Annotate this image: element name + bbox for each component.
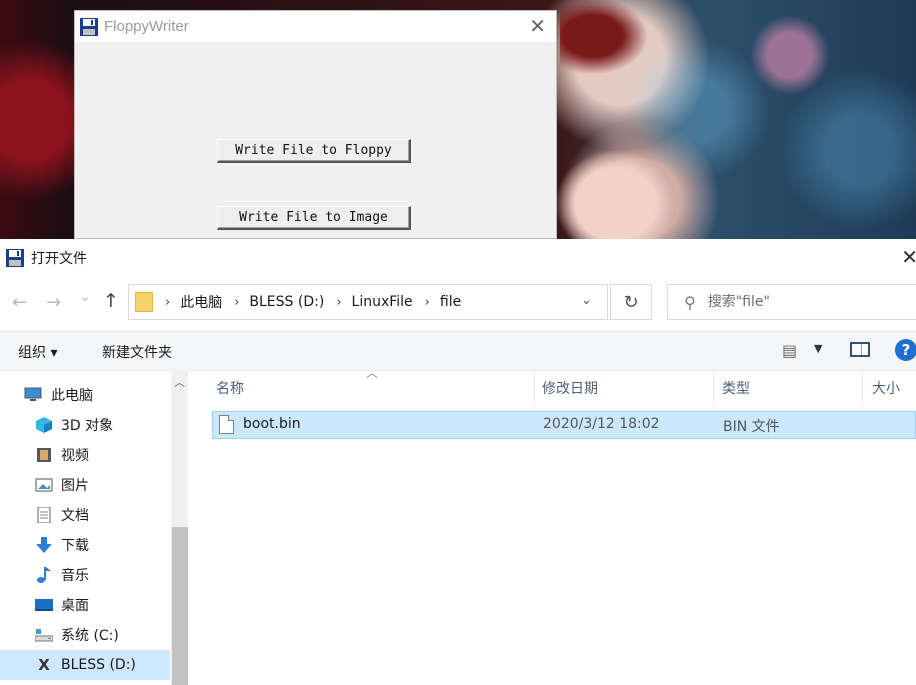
chevron-right-icon[interactable]: › bbox=[165, 295, 170, 310]
sidebar-item-label: BLESS (D:) bbox=[61, 657, 136, 673]
search-icon: ⚲ bbox=[684, 292, 696, 312]
sidebar-item-pictures[interactable]: 图片 bbox=[0, 470, 170, 500]
drive-icon bbox=[35, 629, 53, 642]
breadcrumb-linuxfile[interactable]: LinuxFile bbox=[352, 294, 413, 310]
close-icon[interactable]: ✕ bbox=[529, 14, 546, 38]
floppywriter-window: FloppyWriter ✕ Write File to Floppy Writ… bbox=[74, 10, 557, 239]
download-icon bbox=[36, 537, 52, 553]
file-list: ︿ 名称 修改日期 类型 大小 boot.bin 2020/3/12 18:02… bbox=[190, 366, 916, 685]
computer-icon bbox=[24, 387, 42, 401]
address-bar[interactable]: › 此电脑 › BLESS (D:) › LinuxFile › file bbox=[128, 284, 608, 320]
view-options-icon[interactable]: ▤ bbox=[782, 341, 797, 360]
file-type: BIN 文件 bbox=[723, 419, 780, 435]
floppy-app-icon bbox=[6, 248, 24, 267]
nav-pane-scrollbar[interactable]: ︿ bbox=[171, 370, 188, 685]
column-divider[interactable] bbox=[534, 370, 535, 406]
dialog-title: 打开文件 bbox=[31, 250, 87, 267]
floppywriter-title: FloppyWriter bbox=[104, 18, 189, 35]
chevron-right-icon[interactable]: › bbox=[234, 295, 239, 310]
chevron-down-icon[interactable]: ⌄ bbox=[581, 293, 592, 308]
floppywriter-titlebar[interactable]: FloppyWriter ✕ bbox=[75, 11, 556, 42]
navigation-pane: 此电脑 3D 对象 视频 图片 文档 下载 音乐 桌面 系统 (C:) X BL… bbox=[0, 370, 170, 685]
column-header-size[interactable]: 大小 bbox=[872, 370, 900, 406]
3d-objects-icon bbox=[36, 417, 52, 433]
sidebar-item-label: 3D 对象 bbox=[61, 418, 114, 434]
chevron-right-icon[interactable]: › bbox=[336, 295, 341, 310]
open-file-dialog: 打开文件 ✕ ← → ⌄ ↑ › 此电脑 › BLESS (D:) › Linu… bbox=[0, 239, 916, 685]
wallpaper-hair bbox=[560, 0, 670, 90]
preview-pane-icon[interactable] bbox=[850, 342, 870, 357]
drive-x-icon: X bbox=[38, 656, 50, 674]
breadcrumb-file[interactable]: file bbox=[440, 294, 461, 310]
column-divider[interactable] bbox=[713, 370, 714, 406]
search-box[interactable]: ⚲ bbox=[667, 284, 916, 320]
chevron-down-icon[interactable]: ▼ bbox=[814, 342, 822, 355]
folder-icon bbox=[135, 292, 153, 312]
sidebar-item-3d-objects[interactable]: 3D 对象 bbox=[0, 410, 170, 440]
sidebar-item-this-pc[interactable]: 此电脑 bbox=[0, 380, 170, 410]
back-arrow-icon[interactable]: ← bbox=[12, 292, 27, 313]
floppy-app-icon bbox=[80, 17, 98, 36]
sidebar-item-documents[interactable]: 文档 bbox=[0, 500, 170, 530]
music-icon bbox=[37, 567, 51, 583]
write-to-floppy-button[interactable]: Write File to Floppy bbox=[217, 139, 411, 163]
help-icon[interactable]: ? bbox=[895, 339, 916, 361]
refresh-icon: ↻ bbox=[623, 291, 639, 313]
file-icon bbox=[219, 415, 234, 434]
wallpaper-hand bbox=[555, 150, 675, 240]
file-modified: 2020/3/12 18:02 bbox=[543, 416, 660, 432]
sort-ascending-icon: ︿ bbox=[366, 366, 379, 380]
column-header-name[interactable]: 名称 bbox=[216, 370, 244, 406]
file-name: boot.bin bbox=[243, 416, 301, 432]
sidebar-item-system-c[interactable]: 系统 (C:) bbox=[0, 620, 170, 650]
chevron-right-icon[interactable]: › bbox=[425, 295, 430, 310]
breadcrumb-this-pc[interactable]: 此电脑 bbox=[180, 292, 222, 312]
dialog-titlebar[interactable]: 打开文件 ✕ bbox=[0, 239, 916, 276]
table-row[interactable]: boot.bin 2020/3/12 18:02 BIN 文件 bbox=[212, 411, 916, 439]
sidebar-item-label: 文档 bbox=[61, 508, 89, 524]
sidebar-item-label: 系统 (C:) bbox=[61, 628, 119, 644]
chevron-up-icon[interactable]: ︿ bbox=[174, 374, 185, 390]
recent-locations-icon[interactable]: ⌄ bbox=[79, 289, 91, 305]
sidebar-item-videos[interactable]: 视频 bbox=[0, 440, 170, 470]
documents-icon bbox=[37, 507, 51, 523]
search-input[interactable] bbox=[705, 293, 880, 311]
sidebar-item-label: 下载 bbox=[61, 538, 89, 554]
navigation-bar: ← → ⌄ ↑ › 此电脑 › BLESS (D:) › LinuxFile ›… bbox=[0, 283, 916, 323]
desktop-icon bbox=[35, 599, 53, 611]
sidebar-item-label: 音乐 bbox=[61, 568, 89, 584]
video-icon bbox=[37, 448, 51, 462]
sidebar-item-bless-d[interactable]: X BLESS (D:) bbox=[0, 650, 170, 680]
sidebar-item-label: 图片 bbox=[61, 478, 89, 494]
write-to-image-button[interactable]: Write File to Image bbox=[217, 206, 411, 230]
up-arrow-icon[interactable]: ↑ bbox=[103, 290, 119, 312]
forward-arrow-icon[interactable]: → bbox=[46, 292, 61, 313]
sidebar-item-label: 视频 bbox=[61, 448, 89, 464]
sidebar-item-downloads[interactable]: 下载 bbox=[0, 530, 170, 560]
close-icon[interactable]: ✕ bbox=[901, 245, 916, 269]
sidebar-item-desktop[interactable]: 桌面 bbox=[0, 590, 170, 620]
breadcrumb-bless-drive[interactable]: BLESS (D:) bbox=[249, 294, 324, 310]
sidebar-item-label: 此电脑 bbox=[51, 388, 93, 404]
sidebar-item-label: 桌面 bbox=[61, 598, 89, 614]
command-bar: 组织 ▾ 新建文件夹 ▤ ▼ ? bbox=[0, 331, 916, 371]
column-header-modified[interactable]: 修改日期 bbox=[542, 370, 598, 406]
organize-menu-button[interactable]: 组织 ▾ bbox=[18, 342, 57, 362]
column-divider[interactable] bbox=[862, 370, 863, 406]
new-folder-button[interactable]: 新建文件夹 bbox=[102, 342, 172, 362]
scrollbar-thumb[interactable] bbox=[172, 527, 188, 685]
pictures-icon bbox=[35, 478, 53, 492]
refresh-button[interactable]: ↻ bbox=[610, 284, 652, 320]
column-header-type[interactable]: 类型 bbox=[722, 370, 750, 406]
sidebar-item-music[interactable]: 音乐 bbox=[0, 560, 170, 590]
